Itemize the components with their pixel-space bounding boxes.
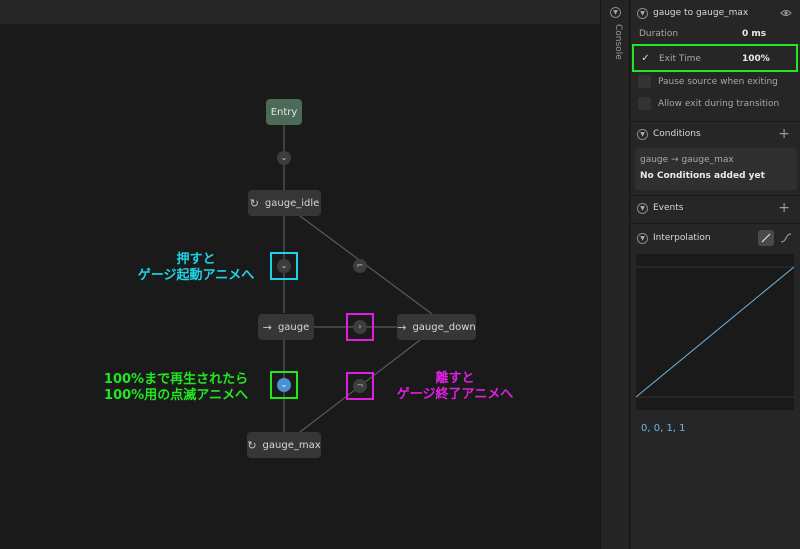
exit-time-row[interactable]: ✓ Exit Time 100% [632,44,798,72]
state-gauge-down-label: gauge_down [412,321,476,333]
state-entry-label: Entry [270,106,298,118]
section-divider [631,121,800,122]
state-gauge-idle[interactable]: ↻ gauge_idle [248,190,321,216]
conditions-box: gauge → gauge_max No Conditions added ye… [635,148,797,190]
pause-source-label: Pause source when exiting [658,77,778,87]
add-event-icon[interactable]: + [778,201,790,215]
annotation-complete: 100%まで再生されたら 100%用の点滅アニメへ [92,372,260,404]
loop-icon: ↻ [249,196,259,210]
interpolation-title: Interpolation [653,233,711,243]
transition-node-down-idle[interactable]: ⌐ [353,259,367,273]
console-tab[interactable]: Console [613,24,623,60]
chevron-down-icon[interactable]: ▼ [610,7,621,18]
add-condition-icon[interactable]: + [778,127,790,141]
events-header[interactable]: ▼ Events + [631,197,800,219]
section-divider [631,223,800,224]
conditions-title: Conditions [653,129,701,139]
linear-curve-icon [761,233,771,243]
highlight-release-transition-1 [346,313,374,341]
annotation-release: 離すと ゲージ終了アニメへ [386,371,524,403]
events-title: Events [653,203,684,213]
pause-source-checkbox[interactable] [638,75,651,88]
state-gauge-label: gauge [277,321,310,333]
cubic-curve-icon [780,233,792,243]
transition-edges [283,125,433,433]
inspector-panel: ▼ gauge to gauge_max Duration 0 ms ✓ Exi… [631,0,800,549]
exit-time-value[interactable]: 100% [742,54,770,64]
allow-exit-label: Allow exit during transition [658,99,780,109]
interpolation-curve [635,266,795,398]
highlight-complete-transition [270,371,298,399]
duration-label: Duration [639,29,679,39]
state-gauge-down[interactable]: → gauge_down [397,314,476,340]
linear-interpolation-button[interactable] [758,230,774,246]
state-gauge[interactable]: → gauge [258,314,314,340]
annotation-release-line1: 離すと [435,371,475,386]
loop-icon: ↻ [247,438,257,452]
interpolation-values: 0, 0, 1, 1 [641,423,686,434]
highlight-press-transition [270,252,298,280]
interpolation-graph[interactable] [635,254,795,410]
state-gauge-max-label: gauge_max [262,439,321,451]
chevron-down-icon[interactable]: ▼ [637,232,648,244]
cubic-interpolation-button[interactable] [778,230,794,246]
app-window: Entry ↻ gauge_idle → gauge → gauge_down … [0,0,800,549]
state-gauge-max[interactable]: ↻ gauge_max [247,432,321,458]
interpolation-header[interactable]: ▼ Interpolation [631,227,800,249]
eye-icon[interactable] [780,8,792,18]
transition-header[interactable]: ▼ gauge to gauge_max [631,2,800,24]
annotation-press-line1: 押すと [176,252,216,267]
exit-time-label: Exit Time [659,54,701,64]
exit-time-checkbox[interactable]: ✓ [639,52,652,65]
arrow-right-icon: → [397,320,407,334]
chevron-down-icon[interactable]: ▼ [637,128,648,140]
console-strip[interactable]: ▼ Console [600,0,630,549]
highlight-release-transition-2 [346,372,374,400]
state-entry[interactable]: Entry [266,99,302,125]
transition-title: gauge to gauge_max [653,8,749,18]
annotation-release-line2: ゲージ終了アニメへ [396,387,514,402]
chevron-down-icon[interactable]: ▼ [637,7,648,19]
section-divider [631,195,800,196]
allow-exit-checkbox[interactable] [638,97,651,110]
conditions-header[interactable]: ▼ Conditions + [631,123,800,145]
state-gauge-idle-label: gauge_idle [264,197,320,209]
annotation-press: 押すと ゲージ起動アニメへ [127,252,265,284]
conditions-transition: gauge → gauge_max [640,155,734,165]
conditions-empty-text: No Conditions added yet [640,171,765,181]
annotation-complete-line1: 100%まで再生されたら [103,372,249,387]
transition-node-entry-idle[interactable]: ⌄ [277,151,291,165]
duration-value[interactable]: 0 ms [742,29,766,39]
annotation-press-line2: ゲージ起動アニメへ [137,268,255,283]
arrow-right-icon: → [262,320,272,334]
annotation-complete-line2: 100%用の点滅アニメへ [104,388,248,403]
chevron-down-icon[interactable]: ▼ [637,202,648,214]
